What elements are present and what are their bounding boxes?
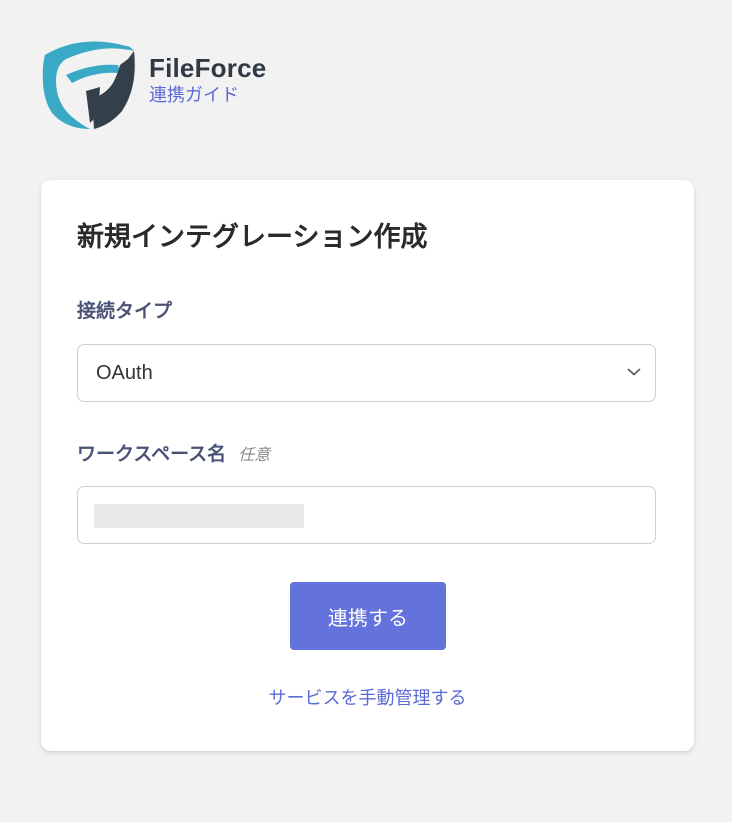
connection-type-select[interactable]: OAuth xyxy=(77,344,656,402)
form-title: 新規インテグレーション作成 xyxy=(77,222,428,253)
workspace-name-label: ワークスペース名 xyxy=(77,443,227,465)
redacted-value xyxy=(94,504,304,528)
integration-form-card: 新規インテグレーション作成 接続タイプ OAuth ワークスペース名 任意 連携… xyxy=(41,180,694,751)
manual-manage-link[interactable]: サービスを手動管理する xyxy=(41,687,694,711)
brand-text: FileForce 連携ガイド xyxy=(149,53,266,107)
fileforce-logo-icon xyxy=(42,41,135,129)
workspace-name-input[interactable] xyxy=(77,486,656,544)
connection-type-label: 接続タイプ xyxy=(77,300,173,322)
connection-type-value: OAuth xyxy=(96,362,153,384)
connect-button[interactable]: 連携する xyxy=(290,582,446,650)
optional-tag: 任意 xyxy=(238,445,271,464)
integration-guide-link[interactable]: 連携ガイド xyxy=(149,85,266,107)
chevron-down-icon xyxy=(627,368,641,376)
workspace-name-label-row: ワークスペース名 任意 xyxy=(77,441,270,468)
brand-header: FileForce 連携ガイド xyxy=(42,37,266,131)
brand-name: FileForce xyxy=(149,53,267,83)
page: FileForce 連携ガイド 新規インテグレーション作成 接続タイプ OAut… xyxy=(0,0,732,822)
